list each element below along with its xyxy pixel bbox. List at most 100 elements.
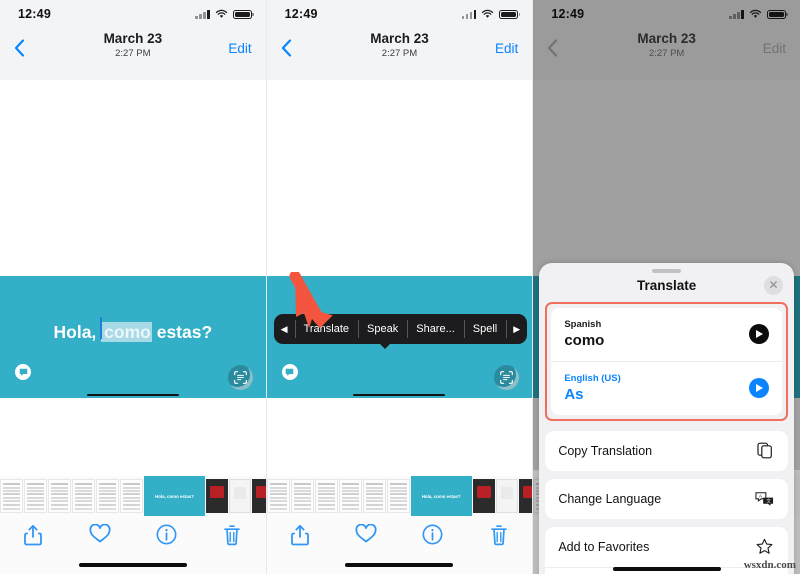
list-item[interactable] xyxy=(362,479,386,513)
context-menu-item-spell[interactable]: Spell xyxy=(463,314,506,344)
favorite-button[interactable] xyxy=(66,524,132,544)
status-bar: 12:49 xyxy=(266,0,533,28)
info-button[interactable] xyxy=(133,524,199,545)
nav-bar: March 23 2:27 PM Edit xyxy=(266,28,533,68)
list-item[interactable] xyxy=(386,479,410,513)
play-target-audio-button[interactable] xyxy=(748,377,769,398)
speech-bubble-icon[interactable] xyxy=(15,364,31,380)
photo-bottom-indicator xyxy=(353,393,446,396)
list-item-selected[interactable]: Hola, como estas? xyxy=(144,476,205,516)
sheet-actions: Copy Translation Change Language A文 Add … xyxy=(545,430,788,574)
nav-spacer xyxy=(0,68,266,80)
photo-bottom-indicator xyxy=(86,393,179,396)
list-item[interactable] xyxy=(24,479,47,513)
chevron-left-icon[interactable] xyxy=(281,39,303,57)
list-item[interactable] xyxy=(472,479,495,513)
home-indicator xyxy=(78,563,187,567)
live-text-scan-icon[interactable] xyxy=(227,365,253,390)
panel-photo-selection: 12:49 March 23 2:27 PM Edit Hola, como e… xyxy=(0,0,267,574)
translation-card: Spanish como English (US) As xyxy=(551,307,782,415)
thumbnail-filmstrip[interactable]: Hola, como estas? xyxy=(0,476,266,516)
source-language-label: Spanish xyxy=(564,318,602,330)
home-indicator xyxy=(612,567,721,571)
target-text: As xyxy=(564,385,584,403)
page-title: March 23 xyxy=(370,31,429,46)
context-menu-item-speak[interactable]: Speak xyxy=(358,314,407,344)
home-indicator xyxy=(345,563,454,567)
sheet-header: Translate ✕ xyxy=(539,273,794,299)
list-item[interactable] xyxy=(72,479,95,513)
close-icon[interactable]: ✕ xyxy=(763,275,783,295)
list-item[interactable] xyxy=(206,479,228,513)
list-item[interactable] xyxy=(229,479,251,513)
source-text-block: Spanish como xyxy=(564,318,749,350)
panel-context-menu: 12:49 March 23 2:27 PM Edit ◀ Translate … xyxy=(266,0,534,574)
selection-box xyxy=(100,317,103,339)
copy-translation-button[interactable]: Copy Translation xyxy=(545,431,788,471)
cellular-bars-icon xyxy=(195,10,210,19)
status-icons xyxy=(195,9,254,19)
selected-text[interactable]: como xyxy=(100,317,152,342)
target-language-label: English (US) xyxy=(564,372,621,384)
thumb-caption: Hola, como estas? xyxy=(155,493,194,499)
screenshot-triptych: 12:49 March 23 2:27 PM Edit Hola, como e… xyxy=(0,0,800,574)
nav-title-block: March 23 2:27 PM xyxy=(267,31,533,60)
list-item-selected[interactable]: Hola, como estas? xyxy=(410,476,472,516)
list-item[interactable] xyxy=(96,479,119,513)
list-item[interactable] xyxy=(0,479,23,513)
translate-sheet: Translate ✕ Spanish como English (US) As… xyxy=(539,263,794,574)
selected-word-label: como xyxy=(104,322,151,342)
edit-button[interactable]: Edit xyxy=(228,41,251,56)
live-text-scan-icon[interactable] xyxy=(494,365,520,390)
list-item[interactable] xyxy=(48,479,71,513)
list-item[interactable] xyxy=(338,479,362,513)
edit-button[interactable]: Edit xyxy=(495,41,518,56)
translation-target-row: English (US) As xyxy=(551,360,782,415)
list-item[interactable] xyxy=(495,479,518,513)
thumbnail-filmstrip[interactable]: Hola, como estas? xyxy=(266,476,533,516)
photo-text-line: Hola, como estas? xyxy=(0,317,266,343)
photo-text-after: estas? xyxy=(151,322,213,342)
speech-bubble-icon[interactable] xyxy=(281,364,298,380)
status-time: 12:49 xyxy=(18,7,51,21)
status-time: 12:49 xyxy=(284,7,318,21)
photo-image[interactable]: Hola, como estas? xyxy=(0,276,266,398)
photo-canvas[interactable]: Hola, como estas? xyxy=(0,80,266,470)
delete-button[interactable] xyxy=(466,524,532,546)
annotation-arrow-icon xyxy=(289,272,333,329)
change-language-icon: A文 xyxy=(755,489,775,509)
copy-icon xyxy=(755,441,775,461)
page-subtitle: 2:27 PM xyxy=(115,48,151,59)
nav-bar: March 23 2:27 PM Edit xyxy=(0,28,266,68)
share-button[interactable] xyxy=(0,524,66,546)
annotation-highlight-box: Spanish como English (US) As xyxy=(545,301,788,421)
info-button[interactable] xyxy=(400,524,466,545)
chevron-left-icon[interactable] xyxy=(14,39,36,57)
panel-translate-sheet: 12:49 March 23 2:27 PM Edit Translate ✕ … xyxy=(533,0,800,574)
svg-text:文: 文 xyxy=(767,497,772,504)
source-text: como xyxy=(564,331,605,349)
photo-canvas[interactable]: Hola, como estas? ◀ Translate Speak xyxy=(266,80,533,470)
context-menu-item-share[interactable]: Share... xyxy=(407,314,464,344)
bottom-toolbar xyxy=(0,516,266,574)
wifi-icon xyxy=(215,9,227,18)
change-language-button[interactable]: Change Language A文 xyxy=(545,479,788,519)
battery-icon xyxy=(499,9,521,19)
favorite-button[interactable] xyxy=(333,524,399,544)
delete-button[interactable] xyxy=(199,524,265,546)
status-icons xyxy=(461,9,521,19)
list-item[interactable] xyxy=(518,479,533,513)
share-button[interactable] xyxy=(267,524,333,546)
list-item[interactable] xyxy=(266,479,290,513)
list-item[interactable] xyxy=(252,479,266,513)
list-item[interactable] xyxy=(314,479,338,513)
list-item[interactable] xyxy=(120,479,143,513)
target-text-block: English (US) As xyxy=(564,372,749,404)
page-subtitle: 2:27 PM xyxy=(381,48,418,59)
nav-title-block: March 23 2:27 PM xyxy=(0,31,266,60)
chevron-right-icon[interactable]: ▶ xyxy=(506,314,527,344)
cellular-bars-icon xyxy=(461,10,477,19)
svg-text:A: A xyxy=(759,493,762,498)
list-item[interactable] xyxy=(290,479,314,513)
play-source-audio-button[interactable] xyxy=(748,323,769,344)
